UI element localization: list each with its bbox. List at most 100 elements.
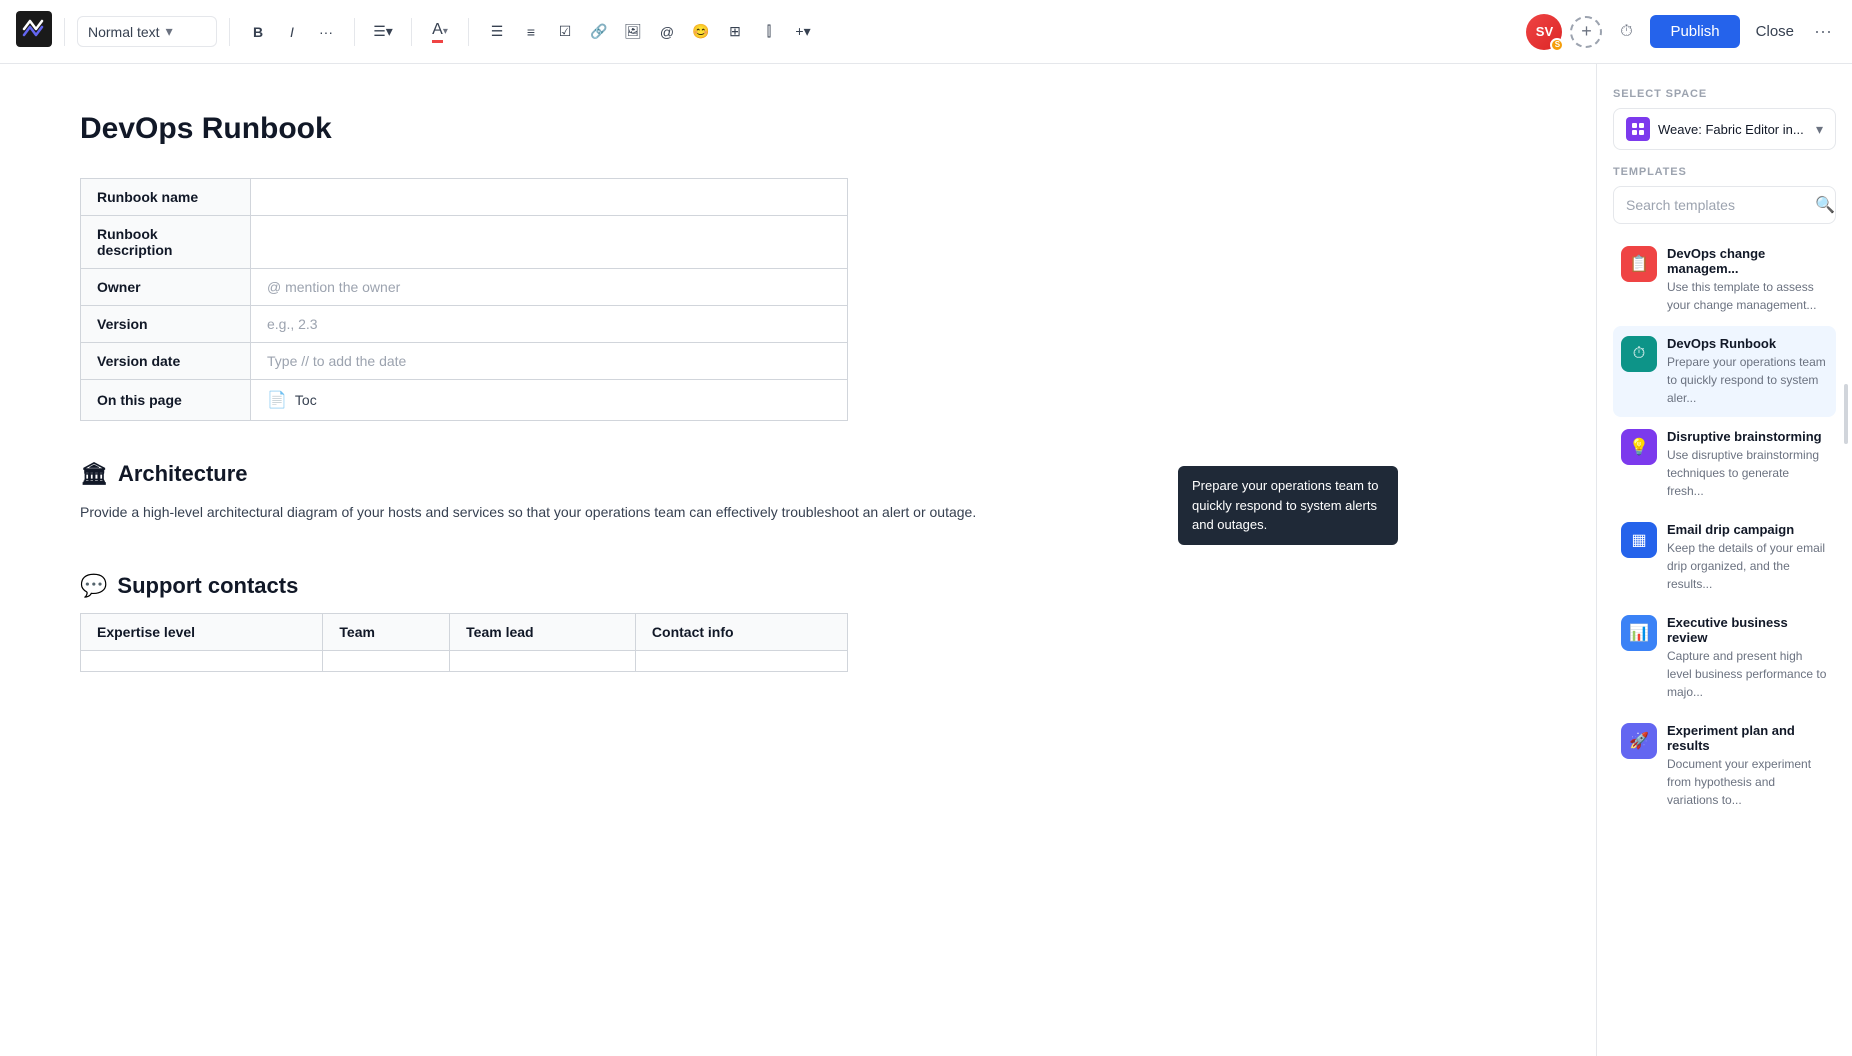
template-item-email-drip[interactable]: ▦ Email drip campaign Keep the details o… <box>1613 512 1836 603</box>
bullet-list-button[interactable]: ☰ <box>481 16 513 48</box>
search-icon[interactable]: 🔍 <box>1815 195 1835 215</box>
template-icon-brainstorming: 💡 <box>1621 429 1657 465</box>
support-table-row <box>81 650 848 671</box>
space-chevron-icon: ▾ <box>1816 121 1823 138</box>
table-button[interactable]: ⊞ <box>719 16 751 48</box>
template-item-devops-change[interactable]: 📋 DevOps change managem... Use this temp… <box>1613 236 1836 324</box>
template-icon-email-drip: ▦ <box>1621 522 1657 558</box>
template-name-exec-review: Executive business review <box>1667 615 1828 645</box>
link-button[interactable]: 🔗 <box>583 16 615 48</box>
more-options-button[interactable]: ··· <box>1810 17 1836 46</box>
history-button[interactable]: ⏱ <box>1610 16 1642 48</box>
row-label: On this page <box>81 380 251 421</box>
chevron-down-icon: ▾ <box>166 23 173 40</box>
numbered-list-button[interactable]: ≡ <box>515 16 547 48</box>
editor-area: DevOps Runbook Runbook name Runbook desc… <box>0 64 1596 1056</box>
row-label: Version date <box>81 343 251 380</box>
more-format-button[interactable]: ··· <box>310 16 342 48</box>
template-name-devops-runbook: DevOps Runbook <box>1667 336 1828 351</box>
support-table-header-row: Expertise level Team Team lead Contact i… <box>81 613 848 650</box>
architecture-emoji: 🏛 <box>80 461 108 487</box>
template-item-brainstorming[interactable]: 💡 Disruptive brainstorming Use disruptiv… <box>1613 419 1836 510</box>
template-desc-brainstorming: Use disruptive brainstorming techniques … <box>1667 446 1828 500</box>
table-row: Owner @ mention the owner <box>81 269 848 306</box>
template-name-experiment: Experiment plan and results <box>1667 723 1828 753</box>
search-box[interactable]: 🔍 <box>1613 186 1836 224</box>
template-desc-email-drip: Keep the details of your email drip orga… <box>1667 539 1828 593</box>
emoji-button[interactable]: 😊 <box>685 16 717 48</box>
templates-section: TEMPLATES 🔍 📋 DevOps change managem... U… <box>1613 166 1836 819</box>
app-logo[interactable] <box>16 11 52 52</box>
space-icon <box>1626 117 1650 141</box>
template-item-devops-runbook[interactable]: ⏱ DevOps Runbook Prepare your operations… <box>1613 326 1836 417</box>
tooltip-text: Prepare your operations team to quickly … <box>1192 478 1378 532</box>
page-title[interactable]: DevOps Runbook <box>80 112 1516 146</box>
table-row: Version date Type // to add the date <box>81 343 848 380</box>
main-area: DevOps Runbook Runbook name Runbook desc… <box>0 64 1852 1056</box>
select-space-title: SELECT SPACE <box>1613 88 1836 100</box>
toolbar-divider-1 <box>64 18 65 46</box>
tooltip: Prepare your operations team to quickly … <box>1178 466 1398 545</box>
row-value[interactable]: e.g., 2.3 <box>251 306 848 343</box>
templates-title: TEMPLATES <box>1613 166 1836 178</box>
toolbar: Normal text ▾ B I ··· ☰▾ A ▾ ☰ ≡ ☑ 🔗 🖼 @… <box>0 0 1852 64</box>
row-label: Runbook description <box>81 216 251 269</box>
support-table: Expertise level Team Team lead Contact i… <box>80 613 848 672</box>
publish-button[interactable]: Publish <box>1650 15 1739 48</box>
avatar-initials: SV <box>1536 24 1553 39</box>
italic-button[interactable]: I <box>276 16 308 48</box>
text-color-button[interactable]: A ▾ <box>424 16 456 48</box>
space-selector[interactable]: Weave: Fabric Editor in... ▾ <box>1613 108 1836 150</box>
toc-label: Toc <box>295 392 317 408</box>
template-name-brainstorming: Disruptive brainstorming <box>1667 429 1828 444</box>
toolbar-right: SV S + ⏱ Publish Close ··· <box>1526 14 1836 50</box>
column-button[interactable]: ⫿ <box>753 16 785 48</box>
table-row: Runbook name <box>81 179 848 216</box>
row-value[interactable] <box>251 216 848 269</box>
text-style-label: Normal text <box>88 24 160 40</box>
row-label: Runbook name <box>81 179 251 216</box>
template-name-devops-change: DevOps change managem... <box>1667 246 1828 276</box>
support-title: Support contacts <box>117 573 298 599</box>
sidebar: SELECT SPACE Weave: Fabric Editor in... … <box>1596 64 1852 1056</box>
table-row: Version e.g., 2.3 <box>81 306 848 343</box>
align-button[interactable]: ☰▾ <box>367 16 399 48</box>
checkbox-button[interactable]: ☑ <box>549 16 581 48</box>
support-contacts-section: 💬 Support contacts Expertise level Team … <box>80 573 1516 672</box>
toolbar-divider-3 <box>354 18 355 46</box>
avatar[interactable]: SV S <box>1526 14 1562 50</box>
row-value[interactable]: @ mention the owner <box>251 269 848 306</box>
template-icon-devops-runbook: ⏱ <box>1621 336 1657 372</box>
bold-button[interactable]: B <box>242 16 274 48</box>
text-style-dropdown[interactable]: Normal text ▾ <box>77 16 217 47</box>
sidebar-scrollbar[interactable] <box>1844 384 1848 444</box>
col-team: Team <box>323 613 450 650</box>
template-icon-experiment: 🚀 <box>1621 723 1657 759</box>
select-space-section: SELECT SPACE Weave: Fabric Editor in... … <box>1613 88 1836 150</box>
col-contact: Contact info <box>635 613 847 650</box>
list-group: ☰ ≡ ☑ 🔗 🖼 @ 😊 ⊞ ⫿ +▾ <box>481 16 819 48</box>
mention-button[interactable]: @ <box>651 16 683 48</box>
search-input[interactable] <box>1626 197 1807 213</box>
template-name-email-drip: Email drip campaign <box>1667 522 1828 537</box>
row-value[interactable]: Type // to add the date <box>251 343 848 380</box>
template-item-experiment[interactable]: 🚀 Experiment plan and results Document y… <box>1613 713 1836 819</box>
toolbar-divider-5 <box>468 18 469 46</box>
close-button[interactable]: Close <box>1748 17 1802 46</box>
template-desc-devops-change: Use this template to assess your change … <box>1667 278 1828 314</box>
table-row: Runbook description <box>81 216 848 269</box>
row-value-toc[interactable]: 📄 Toc <box>251 380 848 421</box>
add-collaborator-button[interactable]: + <box>1570 16 1602 48</box>
template-desc-experiment: Document your experiment from hypothesis… <box>1667 755 1828 809</box>
template-item-exec-review[interactable]: 📊 Executive business review Capture and … <box>1613 605 1836 711</box>
col-expertise: Expertise level <box>81 613 323 650</box>
toolbar-divider-2 <box>229 18 230 46</box>
row-value[interactable] <box>251 179 848 216</box>
toc-icon: 📄 <box>267 390 287 410</box>
template-icon-devops-change: 📋 <box>1621 246 1657 282</box>
col-team-lead: Team lead <box>450 613 636 650</box>
more-insert-button[interactable]: +▾ <box>787 16 819 48</box>
format-group: B I ··· <box>242 16 342 48</box>
template-list: 📋 DevOps change managem... Use this temp… <box>1613 236 1836 819</box>
image-button[interactable]: 🖼 <box>617 16 649 48</box>
